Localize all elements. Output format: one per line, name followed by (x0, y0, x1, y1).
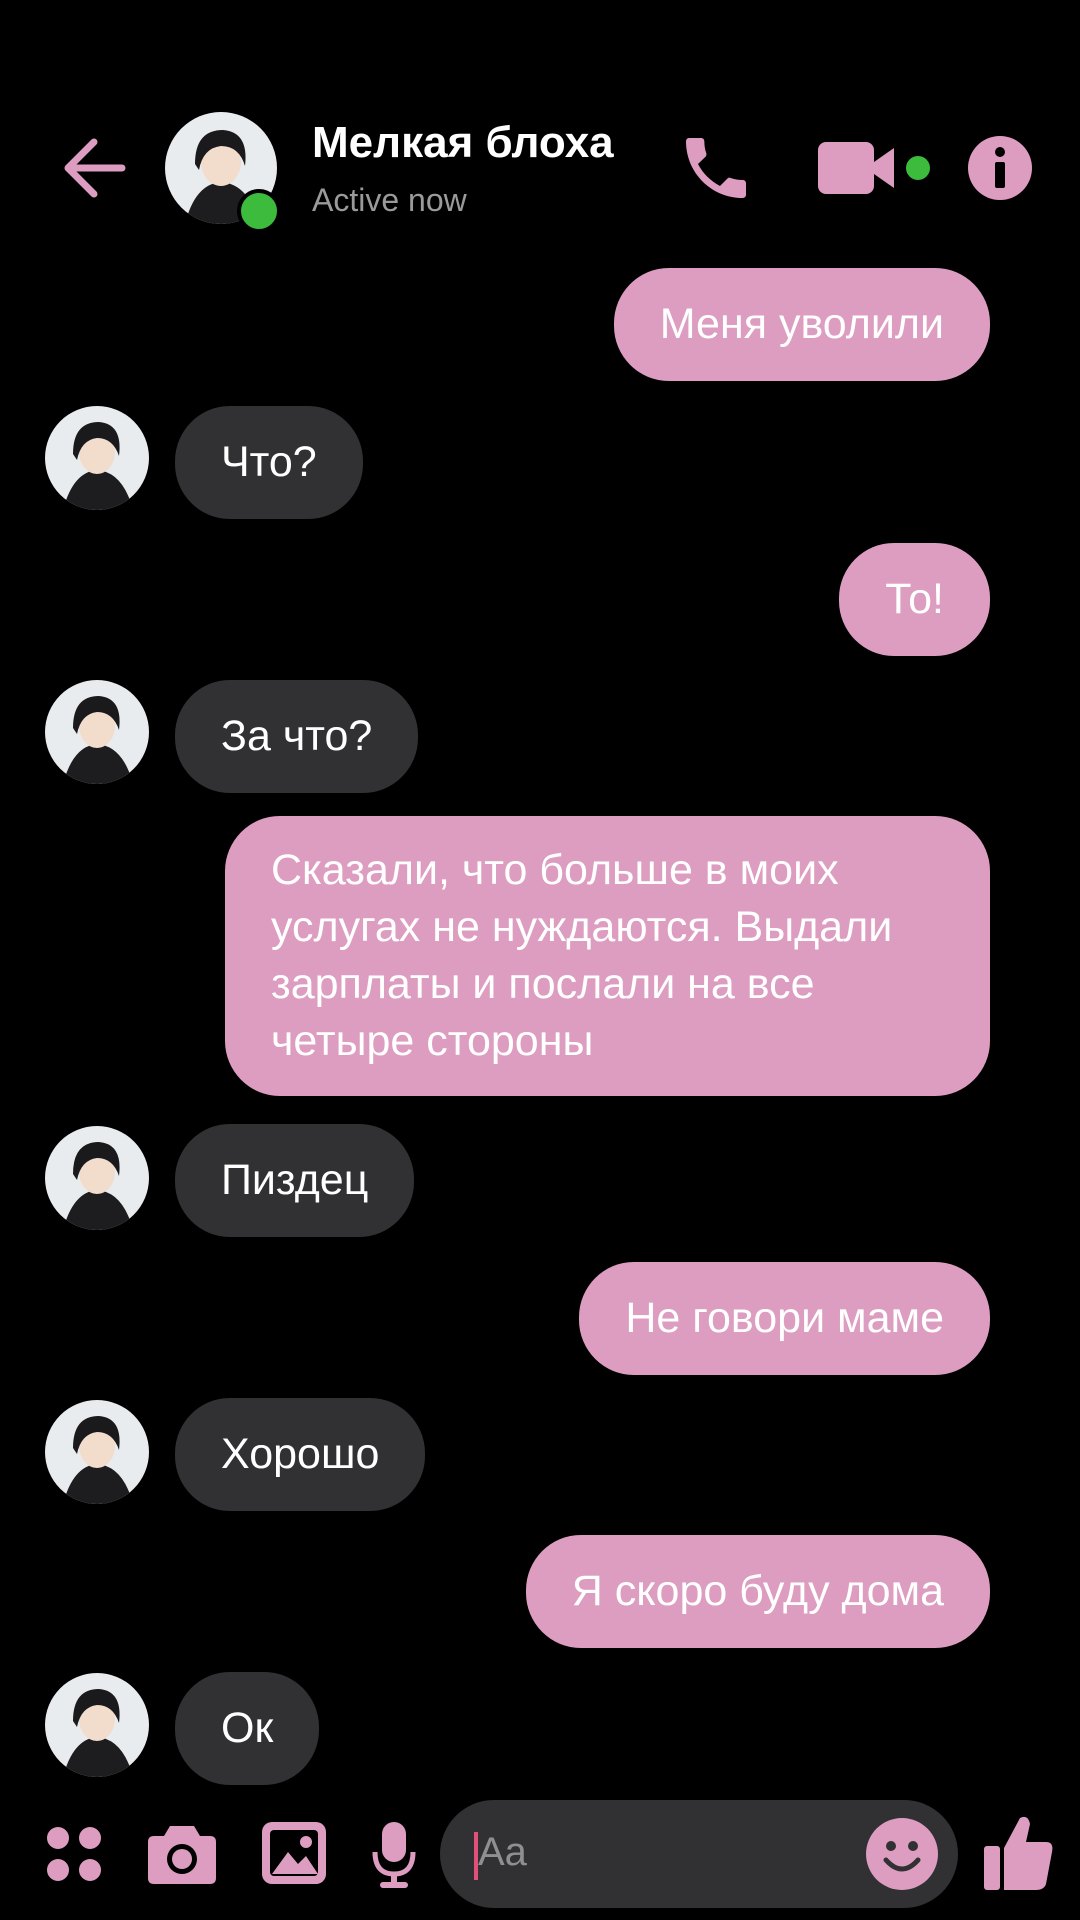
info-icon (968, 136, 1032, 200)
call-button[interactable] (676, 128, 756, 208)
voice-message-button[interactable] (372, 1822, 416, 1893)
message-bubble-outgoing[interactable]: То! (839, 543, 990, 656)
message-input-placeholder: Aa (478, 1830, 527, 1874)
apps-button[interactable] (46, 1826, 102, 1887)
camera-icon (148, 1826, 216, 1884)
message-bubble-outgoing[interactable]: Не говори маме (579, 1262, 990, 1375)
back-button[interactable] (60, 128, 130, 208)
apps-grid-icon (47, 1827, 101, 1881)
microphone-icon (372, 1822, 416, 1888)
emoji-button[interactable] (866, 1818, 938, 1895)
message-bubble-outgoing[interactable]: Я скоро буду дома (525, 1535, 990, 1648)
message-bubble-incoming[interactable]: Что? (175, 406, 363, 519)
gallery-button[interactable] (262, 1822, 326, 1889)
contact-name[interactable]: Мелкая блоха (312, 118, 614, 168)
message-bubble-incoming[interactable]: За что? (175, 680, 419, 793)
video-camera-icon (818, 142, 930, 194)
sender-avatar (45, 1400, 149, 1504)
sender-avatar (45, 406, 149, 510)
emoji-icon (866, 1818, 938, 1890)
message-bubble-incoming[interactable]: Хорошо (175, 1398, 426, 1511)
camera-button[interactable] (148, 1822, 216, 1889)
message-bubble-incoming[interactable]: Ок (175, 1672, 320, 1785)
phone-icon (686, 138, 746, 198)
sender-avatar (45, 1126, 149, 1230)
online-indicator (237, 189, 281, 233)
thumbs-up-icon (984, 1816, 1053, 1890)
back-arrow-icon (64, 138, 126, 198)
message-bubble-outgoing[interactable]: Сказали, что больше в моих услугах не ну… (225, 816, 990, 1096)
message-bubble-incoming[interactable]: Пиздец (175, 1124, 415, 1237)
video-call-button[interactable] (818, 138, 942, 198)
gallery-icon (262, 1822, 326, 1884)
sender-avatar (45, 1673, 149, 1777)
like-button[interactable] (984, 1812, 1054, 1897)
info-button[interactable] (968, 136, 1032, 200)
contact-status: Active now (312, 182, 467, 218)
message-bubble-outgoing[interactable]: Меня уволили (613, 268, 990, 381)
sender-avatar (45, 680, 149, 784)
